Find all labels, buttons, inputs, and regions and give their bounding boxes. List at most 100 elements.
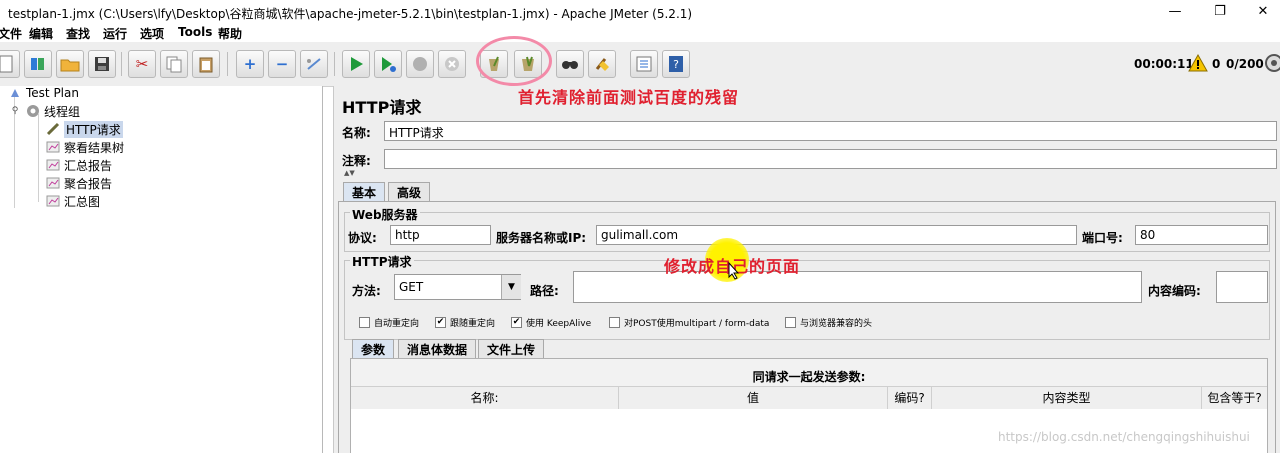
checkbox[interactable] bbox=[359, 317, 370, 328]
listener-icon bbox=[46, 176, 60, 190]
highlight-circle bbox=[476, 36, 552, 86]
paste-icon[interactable] bbox=[192, 50, 220, 78]
remote-status-icon bbox=[1264, 53, 1280, 76]
tree-node-http-request[interactable]: HTTP请求 bbox=[46, 120, 123, 138]
option-auto-redirect[interactable]: 自动重定向 bbox=[359, 316, 419, 329]
help-icon[interactable]: ? bbox=[662, 50, 690, 78]
column-include-equals[interactable]: 包含等于? bbox=[1202, 387, 1267, 409]
path-input[interactable] bbox=[573, 271, 1142, 303]
function-helper-icon[interactable] bbox=[630, 50, 658, 78]
protocol-input[interactable]: http bbox=[390, 225, 491, 245]
test-plan-icon bbox=[8, 86, 22, 100]
tree-node-aggregate-report[interactable]: 聚合报告 bbox=[46, 174, 112, 192]
start-icon[interactable] bbox=[342, 50, 370, 78]
open-icon[interactable] bbox=[56, 50, 84, 78]
menu-edit[interactable]: 编辑 bbox=[29, 25, 53, 42]
title-bar: testplan-1.jmx (C:\Users\lfy\Desktop\谷粒商… bbox=[0, 0, 1280, 24]
window-title: testplan-1.jmx (C:\Users\lfy\Desktop\谷粒商… bbox=[8, 7, 693, 21]
toggle-icon[interactable] bbox=[300, 50, 328, 78]
expand-toggle-icon[interactable]: ⚲ bbox=[8, 104, 22, 118]
tree-node-view-results-tree[interactable]: 察看结果树 bbox=[46, 138, 124, 156]
checkbox[interactable]: ✔ bbox=[511, 317, 522, 328]
column-encode[interactable]: 编码? bbox=[888, 387, 932, 409]
tab-body-data[interactable]: 消息体数据 bbox=[398, 339, 477, 359]
tab-parameters[interactable]: 参数 bbox=[352, 339, 395, 359]
listener-icon bbox=[46, 140, 60, 154]
chevron-down-icon[interactable]: ▼ bbox=[501, 275, 521, 299]
encoding-label: 内容编码: bbox=[1148, 284, 1201, 298]
web-server-title: Web服务器 bbox=[350, 206, 420, 223]
option-keepalive[interactable]: ✔ 使用 KeepAlive bbox=[511, 316, 591, 329]
start-no-pause-icon[interactable] bbox=[374, 50, 402, 78]
expand-icon[interactable]: + bbox=[236, 50, 264, 78]
svg-text:?: ? bbox=[673, 58, 679, 71]
server-input[interactable]: gulimall.com bbox=[596, 225, 1077, 245]
collapse-icon[interactable]: − bbox=[268, 50, 296, 78]
warning-count: 0 bbox=[1212, 57, 1221, 71]
elapsed-timer: 00:00:11 bbox=[1134, 57, 1194, 71]
tree-line bbox=[38, 114, 39, 202]
name-label: 名称: bbox=[342, 126, 371, 140]
tab-advanced[interactable]: 高级 bbox=[388, 182, 431, 202]
option-multipart[interactable]: 对POST使用multipart / form-data bbox=[609, 316, 769, 329]
sampler-icon bbox=[46, 122, 60, 136]
port-input[interactable]: 80 bbox=[1135, 225, 1268, 245]
encoding-input[interactable] bbox=[1216, 271, 1268, 303]
active-threads: 0/200 bbox=[1226, 57, 1264, 71]
new-icon[interactable] bbox=[0, 50, 20, 78]
tab-file-upload[interactable]: 文件上传 bbox=[478, 339, 545, 359]
menu-tools[interactable]: Tools bbox=[178, 25, 212, 39]
listener-icon bbox=[46, 158, 60, 172]
test-plan-tree: Test Plan ⚲ 线程组 HTTP请求 察看结果树 汇总报告 聚合报告 汇… bbox=[0, 86, 323, 453]
http-request-panel: HTTP请求 名称: HTTP请求 注释: ▲▼ 基本 高级 Web服务器 协议… bbox=[333, 86, 1280, 454]
page-title: HTTP请求 bbox=[342, 98, 422, 117]
protocol-label: 协议: bbox=[348, 231, 377, 245]
option-follow-redirects[interactable]: ✔ 跟随重定向 bbox=[435, 316, 495, 329]
tree-node-summary-graph[interactable]: 汇总图 bbox=[46, 192, 100, 210]
tab-basic[interactable]: 基本 bbox=[343, 182, 386, 202]
stop-icon[interactable] bbox=[406, 50, 434, 78]
close-button[interactable]: ✕ bbox=[1248, 2, 1278, 22]
method-label: 方法: bbox=[352, 284, 381, 298]
minimize-button[interactable]: — bbox=[1160, 2, 1190, 22]
port-label: 端口号: bbox=[1082, 231, 1123, 245]
checkbox[interactable] bbox=[785, 317, 796, 328]
collapse-arrows-icon[interactable]: ▲▼ bbox=[344, 169, 355, 177]
checkbox[interactable]: ✔ bbox=[435, 317, 446, 328]
maximize-button[interactable]: ❐ bbox=[1205, 2, 1235, 22]
thread-group-icon bbox=[26, 104, 40, 118]
column-content-type[interactable]: 内容类型 bbox=[932, 387, 1202, 409]
parameters-caption: 同请求一起发送参数: bbox=[752, 370, 866, 384]
tree-node-summary-report[interactable]: 汇总报告 bbox=[46, 156, 112, 174]
http-request-group-title: HTTP请求 bbox=[350, 253, 414, 270]
checkbox[interactable] bbox=[609, 317, 620, 328]
menu-help[interactable]: 帮助 bbox=[218, 25, 242, 42]
toolbar-separator bbox=[334, 52, 335, 76]
reset-search-icon[interactable] bbox=[588, 50, 616, 78]
search-icon[interactable] bbox=[556, 50, 584, 78]
cut-icon[interactable]: ✂ bbox=[128, 50, 156, 78]
menu-search[interactable]: 查找 bbox=[66, 25, 90, 42]
tree-node-test-plan[interactable]: Test Plan bbox=[8, 84, 79, 102]
annotation-clear-previous: 首先清除前面测试百度的残留 bbox=[518, 88, 740, 107]
mouse-cursor-icon bbox=[728, 261, 740, 283]
copy-icon[interactable] bbox=[160, 50, 188, 78]
toolbar-separator bbox=[121, 52, 122, 76]
column-value[interactable]: 值 bbox=[619, 387, 888, 409]
path-label: 路径: bbox=[530, 284, 559, 298]
tree-node-thread-group[interactable]: ⚲ 线程组 bbox=[8, 102, 80, 120]
parameters-table-header: 名称: 值 编码? 内容类型 包含等于? bbox=[351, 386, 1267, 410]
templates-icon[interactable] bbox=[24, 50, 52, 78]
warning-icon[interactable] bbox=[1188, 53, 1208, 75]
column-name[interactable]: 名称: bbox=[351, 387, 619, 409]
watermark: https://blog.csdn.net/chengqingshihuishu… bbox=[998, 430, 1250, 444]
shutdown-icon[interactable] bbox=[438, 50, 466, 78]
menu-run[interactable]: 运行 bbox=[103, 25, 127, 42]
option-browser-headers[interactable]: 与浏览器兼容的头 bbox=[785, 316, 872, 329]
menu-file[interactable]: 文件 bbox=[0, 25, 22, 42]
name-input[interactable]: HTTP请求 bbox=[384, 121, 1277, 141]
comment-input[interactable] bbox=[384, 149, 1277, 169]
menu-options[interactable]: 选项 bbox=[140, 25, 164, 42]
listener-icon bbox=[46, 194, 60, 208]
save-icon[interactable] bbox=[88, 50, 116, 78]
